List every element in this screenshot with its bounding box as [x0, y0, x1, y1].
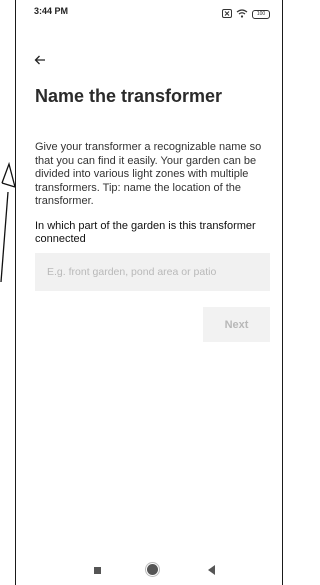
arrow-left-icon [34, 55, 45, 65]
page-title: Name the transformer [35, 86, 223, 106]
status-icons: 100 [222, 5, 270, 23]
close-box-icon [222, 5, 232, 23]
battery-icon: 100 [252, 9, 270, 19]
back-button[interactable] [34, 52, 46, 70]
back-icon[interactable] [208, 565, 215, 575]
phone-screen: 3:44 PM 100 Name the transformer Give yo… [15, 0, 283, 585]
home-icon[interactable] [147, 564, 158, 575]
status-time: 3:44 PM [34, 6, 69, 16]
annotation-arrow [0, 161, 16, 283]
recent-apps-icon[interactable] [94, 567, 101, 574]
system-nav-bar [16, 557, 282, 585]
transformer-name-input[interactable] [35, 253, 270, 291]
next-button[interactable]: Next [203, 307, 270, 342]
wifi-icon [236, 5, 248, 23]
status-bar: 3:44 PM 100 [16, 0, 282, 26]
question-label: In which part of the garden is this tran… [35, 220, 256, 245]
description-text: Give your transformer a recognizable nam… [35, 141, 262, 207]
battery-level: 100 [256, 10, 266, 17]
